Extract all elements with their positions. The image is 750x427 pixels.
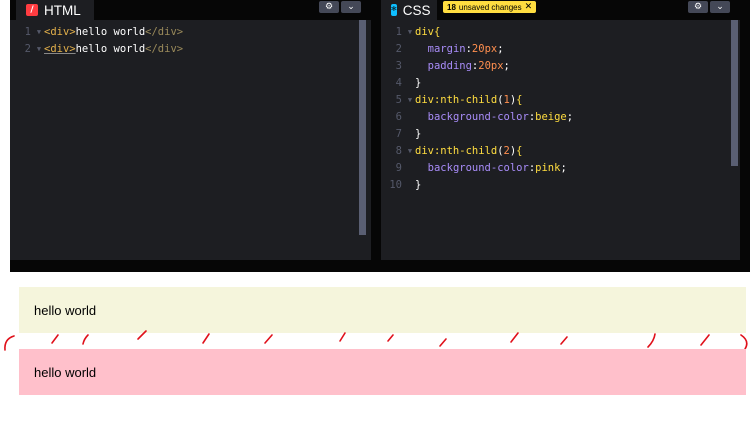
css-text: { [516, 94, 523, 106]
line-number: 10 [389, 179, 402, 191]
gear-icon: ⚙ [693, 1, 703, 12]
line-number: 1 [395, 26, 402, 38]
html-code-pane[interactable]: 1 ▼ <div> hello world </div> 2 ▼ <div> h… [10, 20, 371, 260]
css-property: padding [427, 60, 472, 72]
html-scrollbar[interactable] [359, 20, 366, 235]
css-value: 20px [471, 43, 498, 55]
chevron-down-icon: ⌄ [347, 1, 355, 12]
code-line: 4 } [381, 75, 728, 92]
css-text: div{ [415, 26, 441, 38]
fold-icon[interactable]: ▼ [405, 24, 415, 41]
pane-resize-handle[interactable] [371, 20, 381, 272]
code-line: 9 background-color : pink ; [381, 160, 728, 177]
preview-div-2: hello world [19, 349, 746, 395]
css-scrollbar[interactable] [731, 20, 738, 166]
code-line: 1 ▼ div{ [381, 24, 728, 41]
tag-text: hello world [75, 43, 146, 55]
line-number: 8 [395, 145, 402, 157]
css-icon: * [391, 3, 397, 17]
preview-div-1: hello world [19, 287, 746, 333]
css-value: 20px [478, 60, 504, 72]
code-line: 5 ▼ div:nth-child ( 1 ) { [381, 92, 728, 109]
line-number: 2 [395, 43, 402, 55]
css-value: beige [535, 111, 567, 123]
tag-text: hello world [75, 26, 146, 38]
html-tab-label: HTML [44, 2, 81, 18]
css-property: background-color [427, 162, 529, 174]
close-tag: </div> [145, 26, 184, 38]
css-menu-button[interactable]: ⌄ [710, 1, 730, 13]
code-editor: / HTML ⚙ ⌄ 1 ▼ <div> hello world </div> … [10, 0, 750, 272]
code-line: 7 } [381, 126, 728, 143]
html-settings-button[interactable]: ⚙ [319, 1, 339, 13]
css-tab-label: CSS [402, 2, 431, 18]
line-number: 9 [395, 162, 402, 174]
code-line: 3 padding : 20px ; [381, 58, 728, 75]
code-line: 2 margin : 20px ; [381, 41, 728, 58]
css-text: } [415, 128, 422, 140]
line-number: 7 [395, 128, 402, 140]
fold-icon[interactable]: ▼ [34, 24, 44, 41]
code-line: 2 ▼ <div> hello world </div> [10, 41, 359, 58]
code-line: 8 ▼ div:nth-child ( 2 ) { [381, 143, 728, 160]
css-settings-button[interactable]: ⚙ [688, 1, 708, 13]
preview-text: hello world [34, 364, 97, 380]
fold-icon[interactable]: ▼ [405, 143, 415, 160]
chevron-down-icon: ⌄ [716, 1, 724, 12]
open-tag: <div> [44, 43, 76, 55]
html-tab[interactable]: / HTML [16, 0, 94, 20]
unsaved-count: 18 [447, 2, 456, 12]
css-selector: div:nth-child [415, 94, 498, 106]
line-number: 5 [395, 94, 402, 106]
unsaved-changes-badge[interactable]: 18 unsaved changes ✕ [443, 1, 537, 13]
html-menu-button[interactable]: ⌄ [341, 1, 361, 13]
css-selector: div:nth-child [415, 145, 498, 157]
css-property: margin [427, 43, 466, 55]
code-line: 10 } [381, 177, 728, 194]
css-text: } [415, 179, 422, 191]
html-pane-header: / HTML ⚙ ⌄ [10, 0, 371, 20]
fold-icon[interactable]: ▼ [34, 41, 44, 58]
css-text: } [415, 77, 422, 89]
line-number: 6 [395, 111, 402, 123]
close-icon[interactable]: ✕ [525, 2, 533, 12]
code-line: 6 background-color : beige ; [381, 109, 728, 126]
line-number: 2 [24, 43, 31, 55]
html-icon: / [26, 4, 38, 16]
css-pane-header: * CSS 18 unsaved changes ✕ ⚙ ⌄ [381, 0, 740, 20]
css-code-pane[interactable]: 1 ▼ div{ 2 margin : 20px ; 3 padding : 2… [381, 20, 740, 260]
css-value: pink [535, 162, 561, 174]
line-number: 4 [395, 77, 402, 89]
css-code-lines: 1 ▼ div{ 2 margin : 20px ; 3 padding : 2… [381, 24, 728, 194]
code-line: 1 ▼ <div> hello world </div> [10, 24, 359, 41]
css-tab[interactable]: * CSS [381, 0, 437, 20]
css-text: { [516, 145, 523, 157]
close-tag: </div> [145, 43, 184, 55]
open-tag: <div> [44, 26, 76, 38]
gear-icon: ⚙ [324, 1, 334, 12]
fold-icon[interactable]: ▼ [405, 92, 415, 109]
preview-text: hello world [34, 302, 97, 318]
unsaved-label: unsaved changes [458, 2, 522, 12]
line-number: 1 [24, 26, 31, 38]
html-code-lines: 1 ▼ <div> hello world </div> 2 ▼ <div> h… [10, 24, 359, 58]
line-number: 3 [395, 60, 402, 72]
css-property: background-color [427, 111, 529, 123]
